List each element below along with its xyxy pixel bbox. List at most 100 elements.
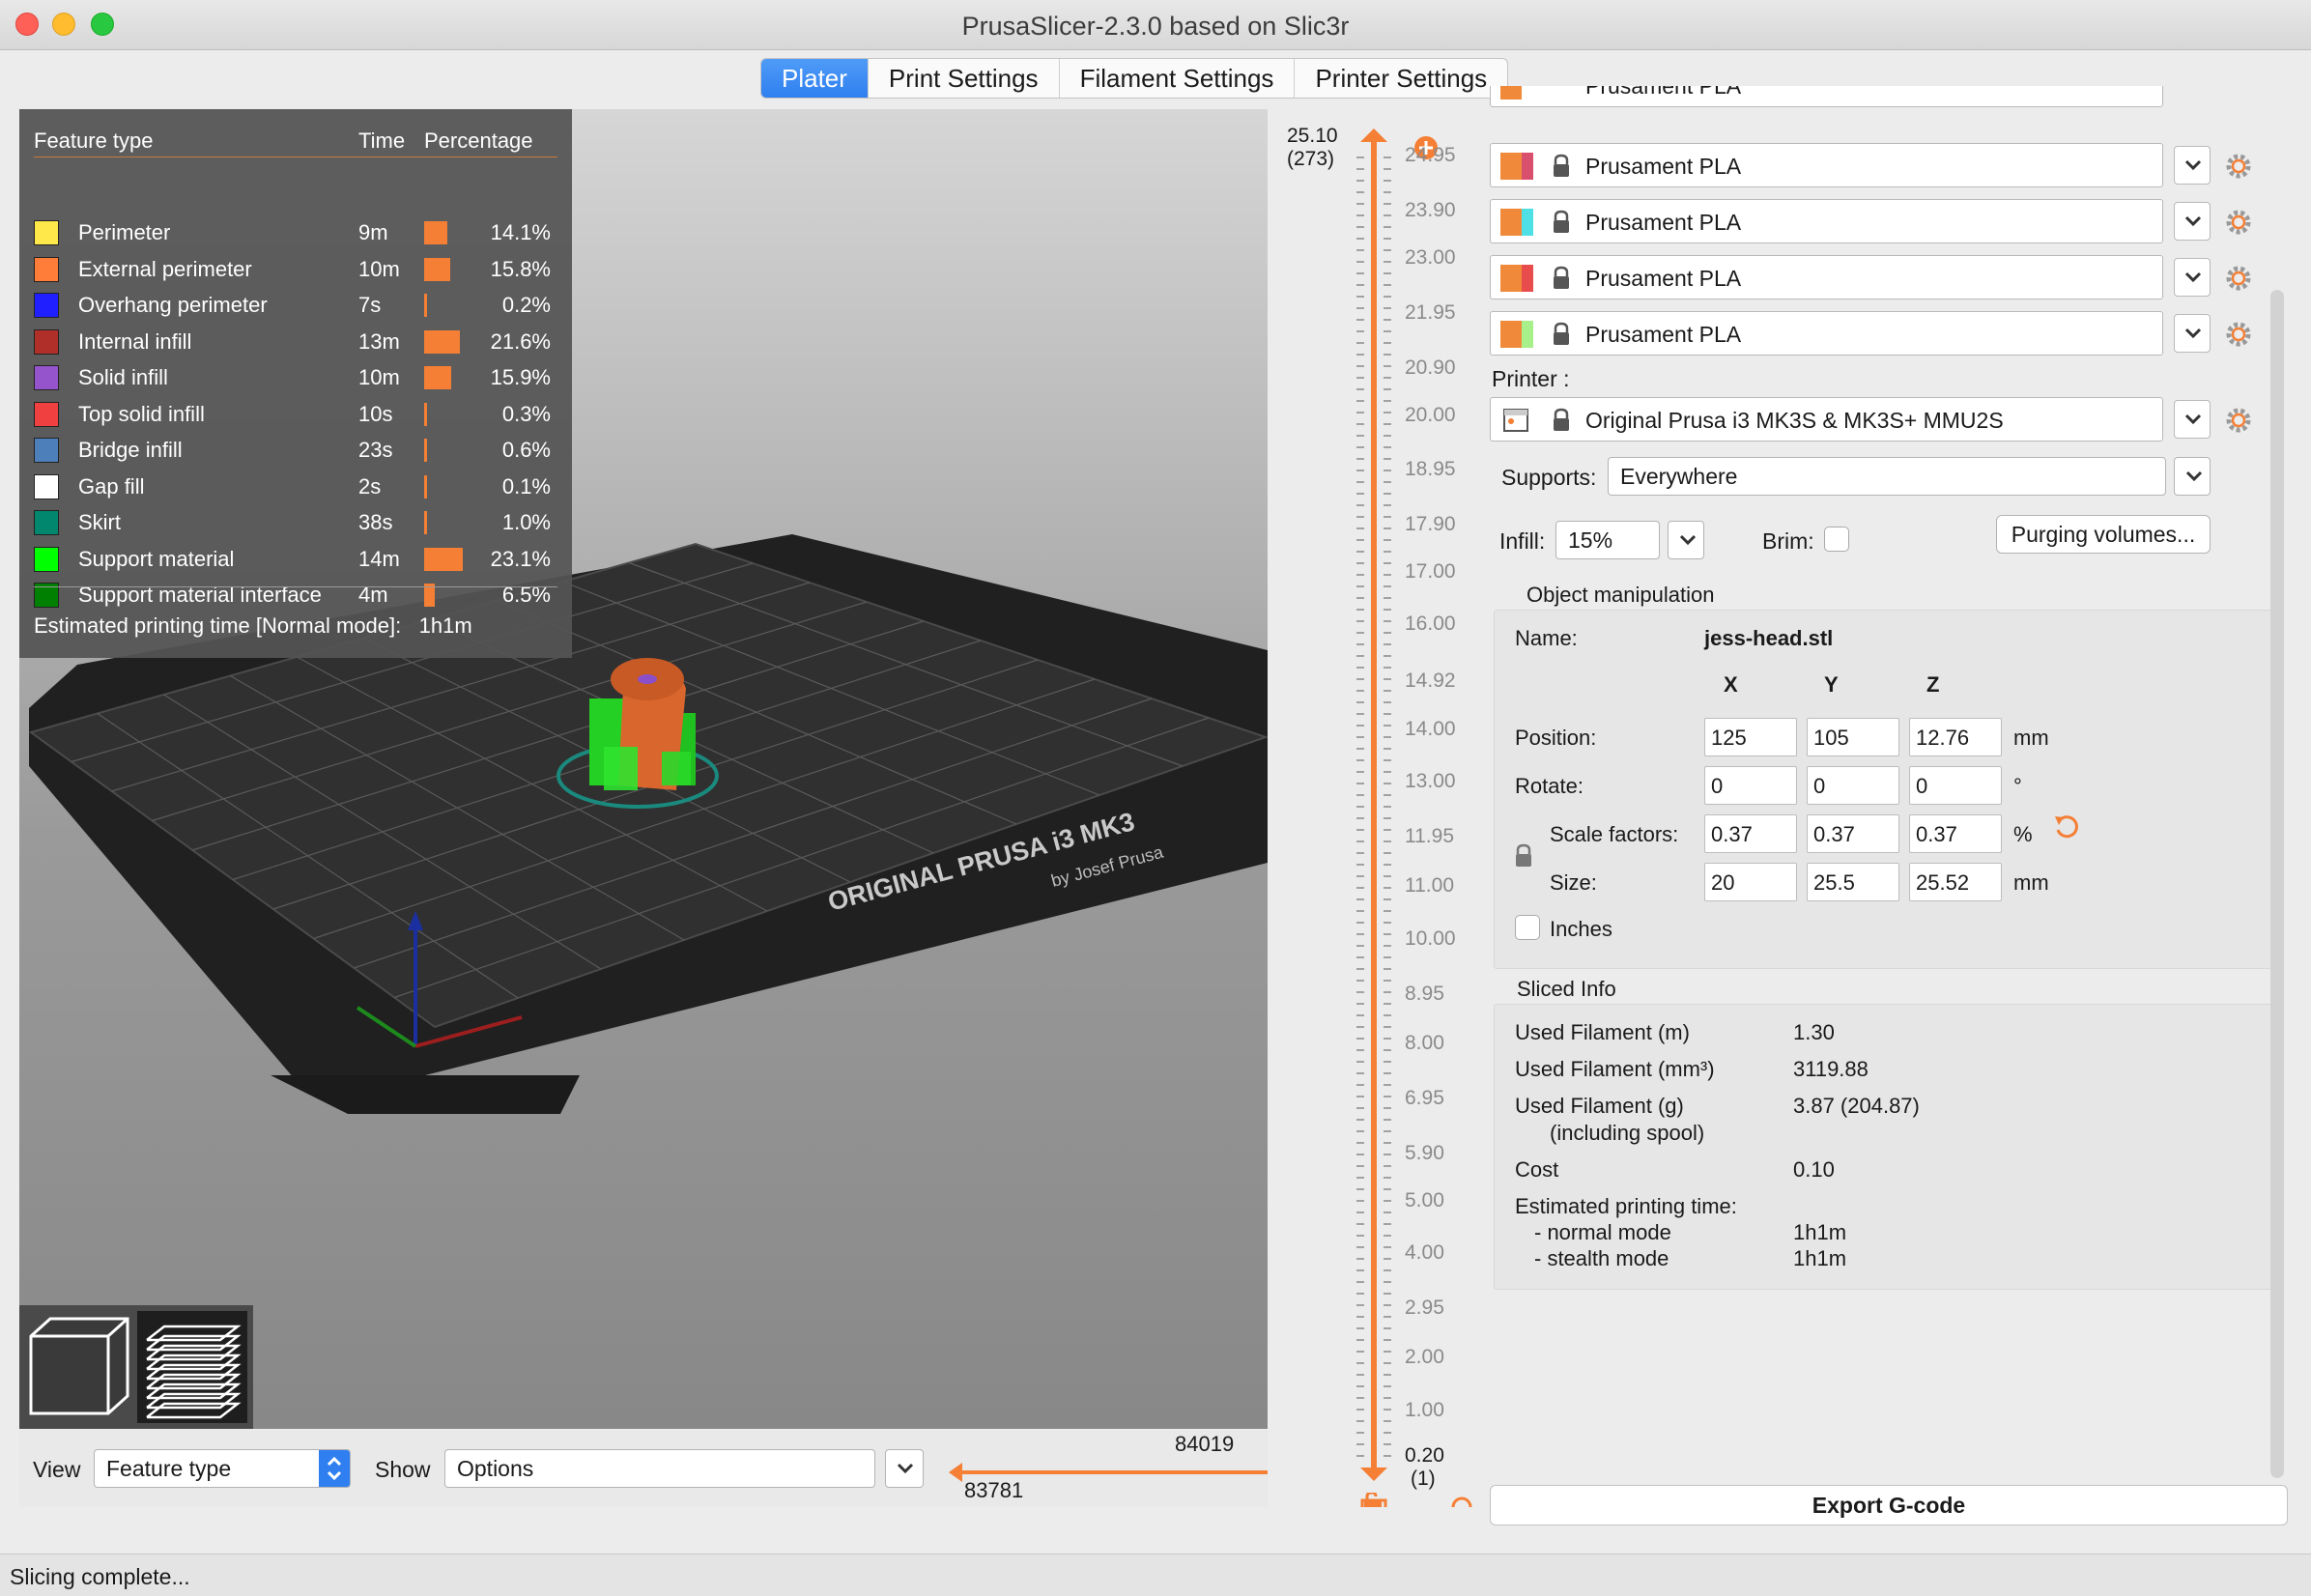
layer-tick-label: 23.00 xyxy=(1405,245,1456,269)
used-filament-g-value: 3.87 (204.87) xyxy=(1793,1094,1920,1118)
layer-tick-label: 24.95 xyxy=(1405,144,1456,167)
legend-feature-name: Solid infill xyxy=(78,365,168,389)
status-text: Slicing complete... xyxy=(10,1564,190,1589)
filament-select[interactable]: Prusament PLA xyxy=(1490,255,2163,299)
layer-tick-label: 2.00 xyxy=(1405,1346,1444,1369)
export-gcode-button[interactable]: Export G-code xyxy=(1490,1485,2288,1525)
rotate-z-field[interactable]: 0 xyxy=(1909,766,2002,805)
lock-icon xyxy=(1554,210,1569,233)
layer-tick-label: 21.95 xyxy=(1405,300,1456,324)
legend-feature-name: Bridge infill xyxy=(78,438,183,462)
legend-header-percentage: Percentage xyxy=(424,128,533,153)
tab-filament-settings[interactable]: Filament Settings xyxy=(1060,59,1296,98)
filament-select[interactable]: Prusament PLA xyxy=(1490,143,2163,187)
legend-percentage-bar xyxy=(424,547,463,571)
legend-feature-percentage: 21.6% xyxy=(490,328,551,354)
legend-feature-time: 14m xyxy=(358,546,400,571)
cog-icon[interactable] xyxy=(1451,1496,1472,1507)
legend-percentage-bar xyxy=(424,402,427,426)
inches-label: Inches xyxy=(1550,917,1612,941)
legend-header-feature: Feature type xyxy=(34,128,154,153)
supports-select[interactable]: Everywhere xyxy=(1608,457,2166,496)
filament-name: Prusament PLA xyxy=(1585,266,1742,291)
gear-icon[interactable] xyxy=(2224,264,2253,293)
reset-scale-icon[interactable] xyxy=(2052,812,2081,841)
filament-dropdown-button[interactable] xyxy=(2174,202,2211,241)
used-filament-g-label: Used Filament (g) xyxy=(1515,1094,1684,1118)
filament-color-swatch xyxy=(1500,321,1522,348)
gear-icon[interactable] xyxy=(2224,320,2253,349)
layer-tick-label: 10.00 xyxy=(1405,926,1456,950)
legend-row: Overhang perimeter 7s 0.2% xyxy=(34,290,575,319)
legend-feature-time: 2s xyxy=(358,473,382,499)
3d-view-cube-icon[interactable] xyxy=(29,1317,129,1415)
stealth-mode-value: 1h1m xyxy=(1793,1246,1847,1270)
filament-dropdown-button[interactable] xyxy=(2174,314,2211,353)
legend-color-swatch xyxy=(34,220,59,245)
range-left-thumb-icon xyxy=(949,1463,962,1482)
extruder-color-swatch xyxy=(1522,321,1533,348)
stealth-mode-label: - stealth mode xyxy=(1534,1246,1669,1270)
layer-tick-label: 2.95 xyxy=(1405,1296,1444,1319)
sidebar-scrollbar[interactable] xyxy=(2270,290,2284,1478)
printer-select[interactable]: Original Prusa i3 MK3S & MK3S+ MMU2S xyxy=(1490,397,2163,442)
rotate-x-field[interactable]: 0 xyxy=(1704,766,1797,805)
tab-print-settings[interactable]: Print Settings xyxy=(869,59,1060,98)
filament-row-partial: Prusament PLA xyxy=(1490,86,2301,107)
axis-y-header: Y xyxy=(1824,672,1839,697)
filament-color-swatch xyxy=(1500,86,1522,100)
position-y-field[interactable]: 105 xyxy=(1807,718,1899,756)
supports-dropdown-button[interactable] xyxy=(2174,457,2211,496)
inches-checkbox[interactable] xyxy=(1515,915,1540,940)
gear-icon[interactable] xyxy=(2224,208,2253,237)
chevron-down-icon xyxy=(2184,159,2202,171)
show-options-field[interactable]: Options xyxy=(444,1449,875,1488)
view-mode-toolbar xyxy=(19,1305,253,1429)
filament-dropdown-button[interactable] xyxy=(2174,258,2211,297)
printer-dropdown-button[interactable] xyxy=(2174,400,2211,439)
legend-row: Top solid infill 10s 0.3% xyxy=(34,399,575,428)
legend-row: Gap fill 2s 0.1% xyxy=(34,471,575,500)
filament-dropdown-button[interactable] xyxy=(2174,146,2211,185)
view-type-select[interactable]: Feature type xyxy=(94,1449,351,1488)
size-x-field[interactable]: 20 xyxy=(1704,863,1797,901)
cost-value: 0.10 xyxy=(1793,1157,1835,1182)
filament-select[interactable]: Prusament PLA xyxy=(1490,199,2163,243)
rotate-y-field[interactable]: 0 xyxy=(1807,766,1899,805)
tab-printer-settings[interactable]: Printer Settings xyxy=(1295,59,1507,98)
gear-icon[interactable] xyxy=(2224,406,2253,435)
legend-feature-time: 13m xyxy=(358,328,400,354)
feature-type-legend: Feature type Time Percentage Perimeter 9m… xyxy=(19,109,572,658)
legend-color-swatch xyxy=(34,365,59,390)
tab-plater[interactable]: Plater xyxy=(761,59,869,98)
chevron-down-icon xyxy=(1679,534,1697,546)
legend-percentage-bar xyxy=(424,221,447,244)
infill-dropdown-button[interactable] xyxy=(1668,521,1704,559)
legend-feature-time: 10m xyxy=(358,365,400,389)
infill-value: 15% xyxy=(1568,527,1613,553)
lock-scale-icon[interactable] xyxy=(1513,843,1534,869)
position-z-field[interactable]: 12.76 xyxy=(1909,718,2002,756)
brim-checkbox[interactable] xyxy=(1824,527,1849,552)
preview-bottom-bar: View Feature type Show Options 84019 837… xyxy=(19,1430,1283,1507)
size-y-field[interactable]: 25.5 xyxy=(1807,863,1899,901)
3d-preview-canvas[interactable]: ORIGINAL PRUSA i3 MK3 by Josef Prusa Fea… xyxy=(19,109,1268,1429)
filament-select[interactable]: Prusament PLA xyxy=(1490,311,2163,356)
position-x-field[interactable]: 125 xyxy=(1704,718,1797,756)
chevron-down-icon xyxy=(2184,328,2202,339)
scale-z-field[interactable]: 0.37 xyxy=(1909,814,2002,853)
scale-x-field[interactable]: 0.37 xyxy=(1704,814,1797,853)
purging-volumes-button[interactable]: Purging volumes... xyxy=(1996,515,2211,554)
show-options-dropdown-button[interactable] xyxy=(885,1449,924,1488)
layer-slider-panel: 25.10 (273) 24.95 23.90 23.00 21.95 20.90 20.… xyxy=(1268,109,1478,1507)
legend-feature-name: Overhang perimeter xyxy=(78,293,268,317)
scale-y-field[interactable]: 0.37 xyxy=(1807,814,1899,853)
layer-bottom-value: 0.20 xyxy=(1405,1444,1444,1467)
legend-percentage-bar xyxy=(424,439,427,462)
gear-icon[interactable] xyxy=(2224,152,2253,181)
legend-feature-percentage: 23.1% xyxy=(490,546,551,571)
size-z-field[interactable]: 25.52 xyxy=(1909,863,2002,901)
lock-slider-icon[interactable] xyxy=(1362,1493,1387,1507)
move-range-slider[interactable] xyxy=(947,1453,1285,1492)
infill-field[interactable]: 15% xyxy=(1555,521,1660,559)
